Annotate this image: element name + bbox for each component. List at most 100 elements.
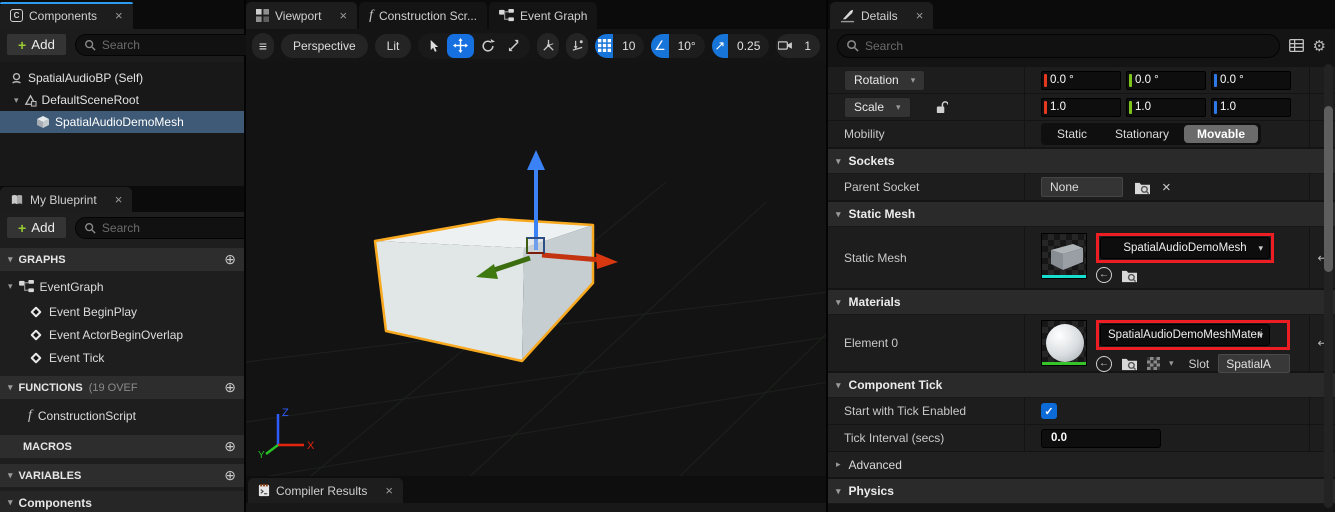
rotation-dropdown[interactable]: Rotation ▾ <box>844 70 925 91</box>
scale-tool-button[interactable] <box>501 34 528 58</box>
materials-section-header[interactable]: ▾ Materials <box>828 290 1335 315</box>
viewport-menu-button[interactable]: ≡ <box>252 33 274 59</box>
tick-enabled-checkbox[interactable]: ✓ <box>1041 403 1057 419</box>
move-icon <box>453 38 468 53</box>
rotation-z-field[interactable]: 0.0 ° <box>1211 71 1291 90</box>
event-row[interactable]: Event Tick <box>0 346 244 369</box>
add-macro-icon[interactable]: ⊕ <box>224 438 236 455</box>
move-tool-button[interactable] <box>447 34 474 58</box>
tree-item-self[interactable]: SpatialAudioBP (Self) <box>0 67 244 89</box>
functions-section-header[interactable]: ▾ FUNCTIONS (19 OVEF ⊕ <box>0 376 244 399</box>
use-selected-asset-icon[interactable]: ← <box>1096 356 1112 372</box>
details-search[interactable] <box>837 34 1280 58</box>
scale-dropdown[interactable]: Scale ▾ <box>844 97 911 118</box>
rotation-snap-control[interactable]: ∠ 10° <box>651 34 704 58</box>
camera-speed-value[interactable]: 1 <box>795 39 820 53</box>
use-selected-asset-icon[interactable]: ← <box>1096 267 1112 283</box>
mobility-stationary-option[interactable]: Stationary <box>1102 125 1182 143</box>
browse-asset-icon[interactable] <box>1121 268 1138 283</box>
chevron-down-icon[interactable]: ▾ <box>1169 358 1174 369</box>
static-mesh-thumbnail[interactable] <box>1041 233 1087 279</box>
gear-icon[interactable]: ⚙ <box>1313 37 1326 55</box>
close-icon[interactable]: × <box>339 9 347 22</box>
variables-section-header[interactable]: ▾ VARIABLES ⊕ <box>0 464 244 487</box>
tab-details[interactable]: Details × <box>830 2 933 29</box>
add-graph-icon[interactable]: ⊕ <box>224 251 236 268</box>
tab-viewport[interactable]: Viewport × <box>246 2 357 29</box>
rotate-tool-button[interactable] <box>474 34 501 58</box>
eventgraph-row[interactable]: ▾ EventGraph <box>0 275 244 298</box>
components-search[interactable] <box>75 34 266 56</box>
tree-item-mesh[interactable]: SpatialAudioDemoMesh <box>0 111 244 133</box>
material-thumbnail[interactable] <box>1041 320 1087 366</box>
scrollbar-thumb[interactable] <box>1324 106 1333 272</box>
scale-snap-value[interactable]: 0.25 <box>728 39 769 53</box>
close-icon[interactable]: × <box>916 9 924 22</box>
rotation-y-field[interactable]: 0.0 ° <box>1126 71 1206 90</box>
component-tick-section-header[interactable]: ▾ Component Tick <box>828 373 1335 398</box>
gizmo-space-button[interactable] <box>537 33 559 59</box>
sockets-section-header[interactable]: ▾ Sockets <box>828 149 1335 174</box>
static-mesh-select[interactable]: SpatialAudioDemoMesh ▾ <box>1100 237 1270 259</box>
components-category-header[interactable]: ▾ Components <box>0 491 244 512</box>
caret-down-icon[interactable]: ▾ <box>14 95 19 106</box>
grid-snap-control[interactable]: 10 <box>595 34 644 58</box>
my-blueprint-search[interactable] <box>75 217 244 239</box>
surface-snapping-button[interactable] <box>566 33 588 59</box>
browse-socket-icon[interactable] <box>1134 180 1151 195</box>
static-mesh-section-header[interactable]: ▾ Static Mesh <box>828 202 1335 227</box>
rotation-x-field[interactable]: 0.0 ° <box>1041 71 1121 90</box>
close-icon[interactable]: × <box>385 484 393 497</box>
clear-socket-icon[interactable]: × <box>1162 179 1171 196</box>
add-component-button[interactable]: + Add <box>6 33 67 56</box>
mobility-movable-option[interactable]: Movable <box>1184 125 1258 143</box>
scale-y-field[interactable]: 1.0 <box>1126 98 1206 117</box>
caret-down-icon: ▾ <box>8 382 13 393</box>
material-select[interactable]: SpatialAudioDemoMeshMateria ▾ <box>1100 324 1270 346</box>
close-icon[interactable]: × <box>115 9 123 22</box>
tab-compiler-results[interactable]: Compiler Results × <box>248 478 403 503</box>
camera-speed-control[interactable]: 1 <box>776 34 820 58</box>
display-filter-icon[interactable] <box>1289 39 1304 52</box>
tab-my-blueprint[interactable]: My Blueprint × <box>0 187 132 212</box>
grid-snap-value[interactable]: 10 <box>613 39 644 53</box>
tree-item-scene-root[interactable]: ▾ DefaultSceneRoot <box>0 89 244 111</box>
angle-snap-value[interactable]: 10° <box>669 39 705 53</box>
advanced-expander[interactable]: ▸ Advanced <box>828 452 1335 478</box>
mobility-static-option[interactable]: Static <box>1044 125 1100 143</box>
tick-interval-field[interactable]: 0.0 <box>1041 429 1161 448</box>
select-tool-button[interactable] <box>420 34 447 58</box>
caret-down-icon[interactable]: ▾ <box>8 281 13 292</box>
add-function-icon[interactable]: ⊕ <box>224 379 236 396</box>
details-scrollbar[interactable] <box>1324 64 1333 508</box>
browse-asset-icon[interactable] <box>1121 356 1138 371</box>
event-row[interactable]: Event ActorBeginOverlap <box>0 323 244 346</box>
perspective-button[interactable]: Perspective <box>281 34 368 58</box>
physics-section-header[interactable]: ▾ Physics <box>828 479 1335 504</box>
graphs-section-header[interactable]: ▾ GRAPHS ⊕ <box>0 248 244 271</box>
macros-section-header[interactable]: MACROS ⊕ <box>0 435 244 458</box>
add-blueprint-button[interactable]: + Add <box>6 216 67 239</box>
close-icon[interactable]: × <box>115 193 123 206</box>
details-search-input[interactable] <box>865 39 1271 53</box>
components-search-input[interactable] <box>102 38 257 52</box>
tab-event-graph[interactable]: Event Graph <box>489 2 597 29</box>
construction-script-row[interactable]: f ConstructionScript <box>0 403 244 429</box>
my-blueprint-search-input[interactable] <box>102 221 244 235</box>
tab-components[interactable]: C Components × <box>0 2 133 29</box>
scale-x-field[interactable]: 1.0 <box>1041 98 1121 117</box>
scale-snap-control[interactable]: ↗ 0.25 <box>712 34 770 58</box>
texture-streaming-icon[interactable] <box>1147 357 1160 370</box>
tab-construction-script[interactable]: f Construction Scr... <box>359 2 487 29</box>
lock-open-icon[interactable] <box>935 100 948 114</box>
lit-button[interactable]: Lit <box>375 34 412 58</box>
scale-z-field[interactable]: 1.0 <box>1211 98 1291 117</box>
viewport-3d-scene[interactable]: Z X Y <box>246 62 826 476</box>
add-variable-icon[interactable]: ⊕ <box>224 467 236 484</box>
grid-snap-icon[interactable] <box>595 34 613 58</box>
event-row[interactable]: Event BeginPlay <box>0 300 244 323</box>
slot-name-field[interactable]: SpatialA <box>1218 354 1290 373</box>
scale-snap-icon[interactable]: ↗ <box>712 34 728 58</box>
parent-socket-field[interactable]: None <box>1041 177 1123 197</box>
angle-snap-icon[interactable]: ∠ <box>651 34 668 58</box>
